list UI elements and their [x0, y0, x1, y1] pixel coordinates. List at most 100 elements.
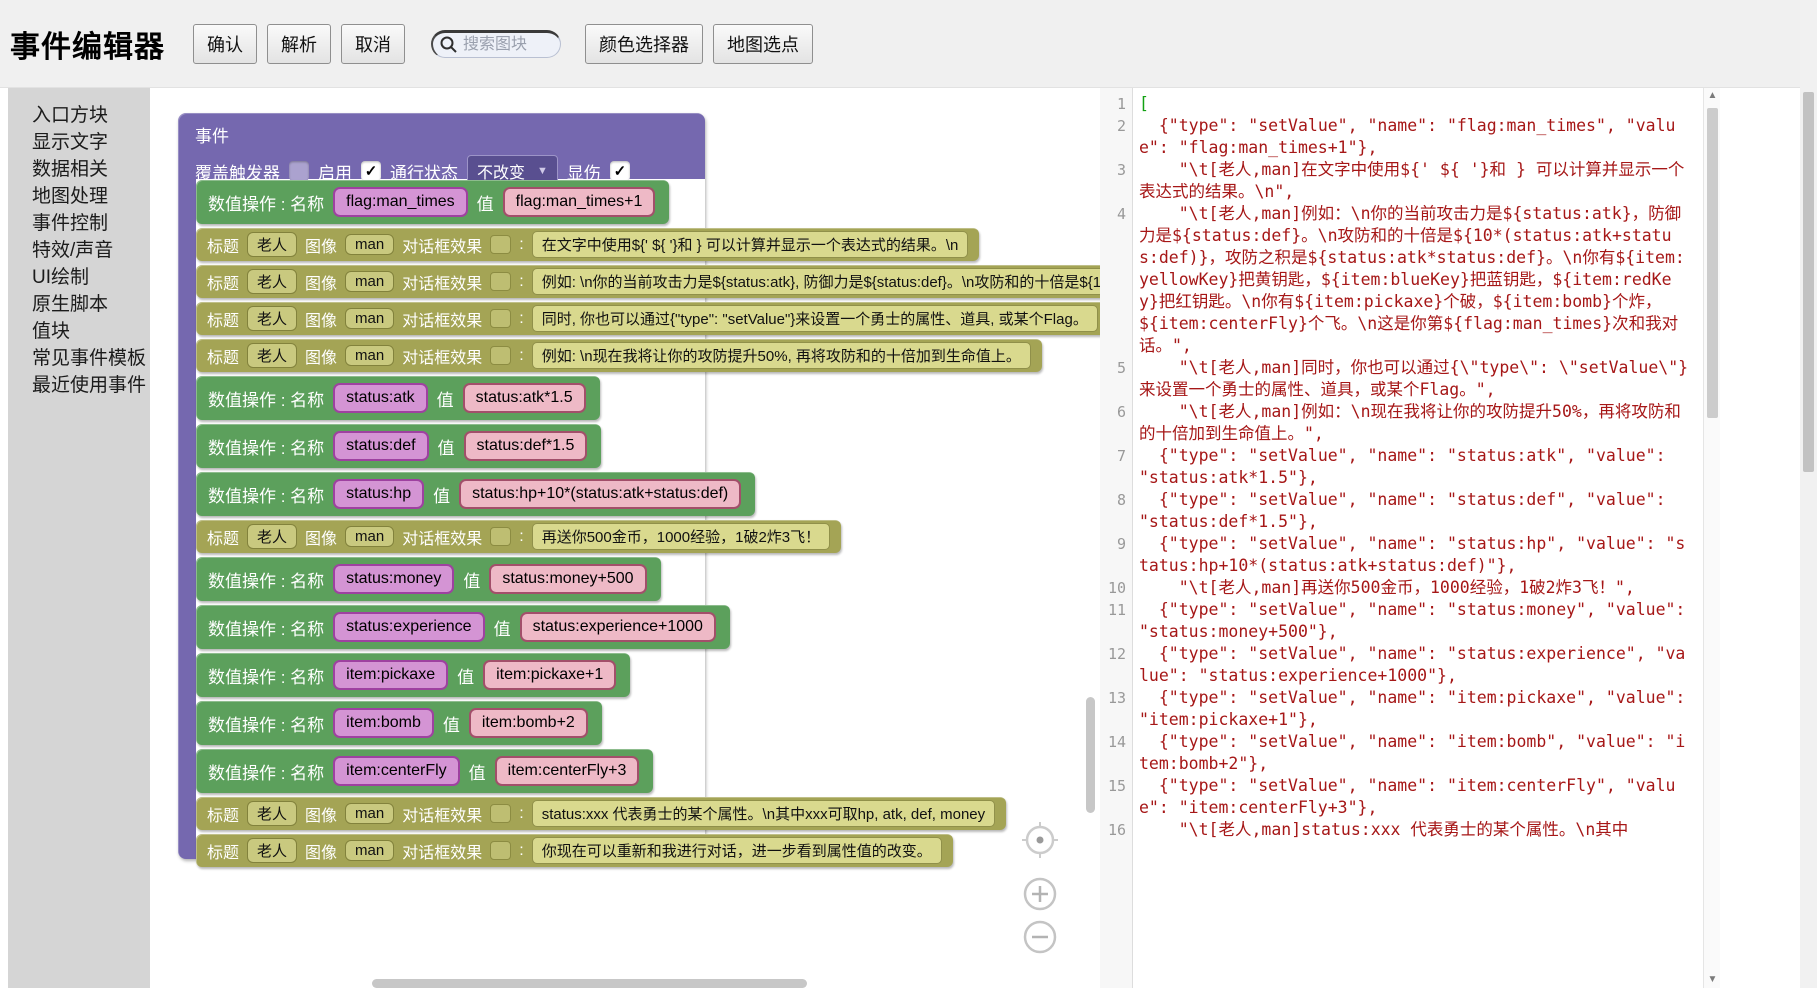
page-scrollbar-thumb[interactable] [1803, 92, 1814, 472]
dialog-effect-checkbox[interactable] [490, 309, 511, 328]
value-name-pill[interactable]: item:pickaxe [333, 660, 448, 690]
dialog-text-block[interactable]: 标题 老人 图像 man 对话框效果 : 再送你500金币，1000经验，1破2… [196, 520, 841, 553]
speaker-pill[interactable]: 老人 [247, 306, 297, 331]
image-pill[interactable]: man [345, 345, 394, 366]
code-line-text: {"type": "setValue", "name": "status:exp… [1132, 643, 1703, 687]
setvalue-block[interactable]: 数值操作 : 名称 status:money 值 status:money+50… [196, 557, 661, 601]
zoom-out-button[interactable] [1018, 915, 1062, 959]
value-label: 值 [469, 759, 486, 784]
page-scrollbar[interactable] [1800, 0, 1817, 988]
value-expr-pill[interactable]: status:money+500 [489, 564, 646, 594]
value-name-pill[interactable]: status:def [333, 431, 428, 461]
code-line-text: {"type": "setValue", "name": "item:bomb"… [1132, 731, 1703, 775]
dialog-effect-checkbox[interactable] [490, 804, 511, 823]
dialog-text-block[interactable]: 标题 老人 图像 man 对话框效果 : 你现在可以重新和我进行对话，进一步看到… [196, 834, 953, 867]
workspace-horizontal-scrollbar[interactable] [372, 979, 807, 988]
code-scrollbar-thumb[interactable] [1707, 108, 1718, 418]
value-expr-pill[interactable]: item:bomb+2 [469, 708, 588, 738]
value-expr-pill[interactable]: item:pickaxe+1 [483, 660, 616, 690]
dialog-text-pill[interactable]: 在文字中使用${' ${ '}和 } 可以计算并显示一个表达式的结果。\n [532, 231, 969, 258]
enable-checkbox[interactable]: ✓ [361, 161, 381, 181]
map-pick-button[interactable]: 地图选点 [713, 24, 813, 64]
dialog-effect-checkbox[interactable] [490, 841, 511, 860]
toolbox-category[interactable]: 入口方块 [8, 102, 150, 129]
value-name-pill[interactable]: flag:man_times [333, 187, 468, 217]
image-pill[interactable]: man [345, 803, 394, 824]
toolbox-category[interactable]: UI绘制 [8, 264, 150, 291]
scroll-up-icon[interactable]: ▲ [1704, 88, 1721, 104]
value-expr-pill[interactable]: item:centerFly+3 [495, 756, 640, 786]
dialog-text-block[interactable]: 标题 老人 图像 man 对话框效果 : 例如: \n你的当前攻击力是${sta… [196, 265, 1100, 298]
dialog-text-pill[interactable]: 例如: \n现在我将让你的攻防提升50%, 再将攻防和的十倍加到生命值上。 [532, 342, 1031, 369]
value-expr-pill[interactable]: status:experience+1000 [520, 612, 716, 642]
value-name-pill[interactable]: status:hp [333, 479, 424, 509]
dialog-text-block[interactable]: 标题 老人 图像 man 对话框效果 : status:xxx 代表勇士的某个属… [196, 797, 1006, 830]
dialog-text-pill[interactable]: 同时, 你也可以通过{"type": "setValue"}来设置一个勇士的属性… [532, 305, 1098, 332]
toolbox-category[interactable]: 显示文字 [8, 129, 150, 156]
value-name-pill[interactable]: status:atk [333, 383, 427, 413]
value-expr-pill[interactable]: status:atk*1.5 [463, 383, 586, 413]
speaker-pill[interactable]: 老人 [247, 801, 297, 826]
toolbox-category[interactable]: 事件控制 [8, 210, 150, 237]
image-pill[interactable]: man [345, 526, 394, 547]
color-picker-button[interactable]: 颜色选择器 [585, 24, 703, 64]
speaker-pill[interactable]: 老人 [247, 269, 297, 294]
speaker-pill[interactable]: 老人 [247, 838, 297, 863]
value-expr-pill[interactable]: status:hp+10*(status:atk+status:def) [459, 479, 741, 509]
value-name-pill[interactable]: item:centerFly [333, 756, 459, 786]
code-scrollbar[interactable]: ▲ ▼ [1703, 88, 1720, 988]
value-expr-pill[interactable]: flag:man_times+1 [503, 187, 656, 217]
value-name-pill[interactable]: item:bomb [333, 708, 434, 738]
toolbox-category[interactable]: 特效/声音 [8, 237, 150, 264]
dialog-text-pill[interactable]: 例如: \n你的当前攻击力是${status:atk}, 防御力是${statu… [532, 268, 1100, 295]
setvalue-block[interactable]: 数值操作 : 名称 item:bomb 值 item:bomb+2 [196, 701, 602, 745]
zoom-reset-button[interactable] [1018, 818, 1062, 862]
cancel-button[interactable]: 取消 [341, 24, 405, 64]
dialog-text-pill[interactable]: 再送你500金币，1000经验，1破2炸3飞！ [532, 523, 830, 550]
toolbox-category[interactable]: 常见事件模板 [8, 345, 150, 372]
setvalue-label: 数值操作 : 名称 [208, 434, 324, 459]
setvalue-block[interactable]: 数值操作 : 名称 status:experience 值 status:exp… [196, 605, 730, 649]
setvalue-block[interactable]: 数值操作 : 名称 status:atk 值 status:atk*1.5 [196, 376, 600, 420]
speaker-pill[interactable]: 老人 [247, 343, 297, 368]
dialog-text-block[interactable]: 标题 老人 图像 man 对话框效果 : 同时, 你也可以通过{"type": … [196, 302, 1100, 335]
value-name-pill[interactable]: status:experience [333, 612, 484, 642]
toolbox-category[interactable]: 原生脚本 [8, 291, 150, 318]
setvalue-block[interactable]: 数值操作 : 名称 item:centerFly 值 item:centerFl… [196, 749, 653, 793]
confirm-button[interactable]: 确认 [193, 24, 257, 64]
dialog-text-pill[interactable]: status:xxx 代表勇士的某个属性。\n其中xxx可取hp, atk, d… [532, 800, 995, 827]
workspace-vertical-scrollbar[interactable] [1086, 697, 1095, 813]
dialog-text-block[interactable]: 标题 老人 图像 man 对话框效果 : 例如: \n现在我将让你的攻防提升50… [196, 339, 1042, 372]
toolbox-category[interactable]: 值块 [8, 318, 150, 345]
image-pill[interactable]: man [345, 840, 394, 861]
toolbox-category[interactable]: 最近使用事件 [8, 372, 150, 399]
dialog-effect-checkbox[interactable] [490, 527, 511, 546]
setvalue-block[interactable]: 数值操作 : 名称 status:hp 值 status:hp+10*(stat… [196, 472, 755, 516]
parse-button[interactable]: 解析 [267, 24, 331, 64]
code-editor[interactable]: 1 [ 2 {"type": "setValue", "name": "flag… [1100, 88, 1703, 988]
toolbox-category[interactable]: 地图处理 [8, 183, 150, 210]
dialog-effect-checkbox[interactable] [490, 346, 511, 365]
toolbox-category[interactable]: 数据相关 [8, 156, 150, 183]
dialog-text-block[interactable]: 标题 老人 图像 man 对话框效果 : 在文字中使用${' ${ '}和 } … [196, 228, 979, 261]
dialog-text-pill[interactable]: 你现在可以重新和我进行对话，进一步看到属性值的改变。 [532, 837, 942, 864]
setvalue-block[interactable]: 数值操作 : 名称 flag:man_times 值 flag:man_time… [196, 180, 669, 224]
trigger-checkbox[interactable] [289, 161, 309, 181]
blockly-workspace[interactable]: 事件 覆盖触发器 启用 ✓ 通行状态 不改变 ▼ 显伤 ✓ 数值操作 : 名称 … [150, 88, 1100, 988]
value-name-pill[interactable]: status:money [333, 564, 454, 594]
zoom-in-button[interactable] [1018, 872, 1062, 916]
setvalue-block[interactable]: 数值操作 : 名称 status:def 值 status:def*1.5 [196, 424, 601, 468]
speaker-pill[interactable]: 老人 [247, 232, 297, 257]
dialog-effect-checkbox[interactable] [490, 272, 511, 291]
code-line: 14 {"type": "setValue", "name": "item:bo… [1100, 731, 1703, 775]
dialog-effect-checkbox[interactable] [490, 235, 511, 254]
image-pill[interactable]: man [345, 234, 394, 255]
value-expr-pill[interactable]: status:def*1.5 [464, 431, 588, 461]
image-pill[interactable]: man [345, 271, 394, 292]
setvalue-block[interactable]: 数值操作 : 名称 item:pickaxe 值 item:pickaxe+1 [196, 653, 630, 697]
image-pill[interactable]: man [345, 308, 394, 329]
scroll-down-icon[interactable]: ▼ [1704, 972, 1721, 988]
code-line-text: "\t[老人,man]在文字中使用${' ${ '}和 } 可以计算并显示一个表… [1132, 159, 1703, 203]
damage-checkbox[interactable]: ✓ [610, 161, 630, 181]
speaker-pill[interactable]: 老人 [247, 524, 297, 549]
